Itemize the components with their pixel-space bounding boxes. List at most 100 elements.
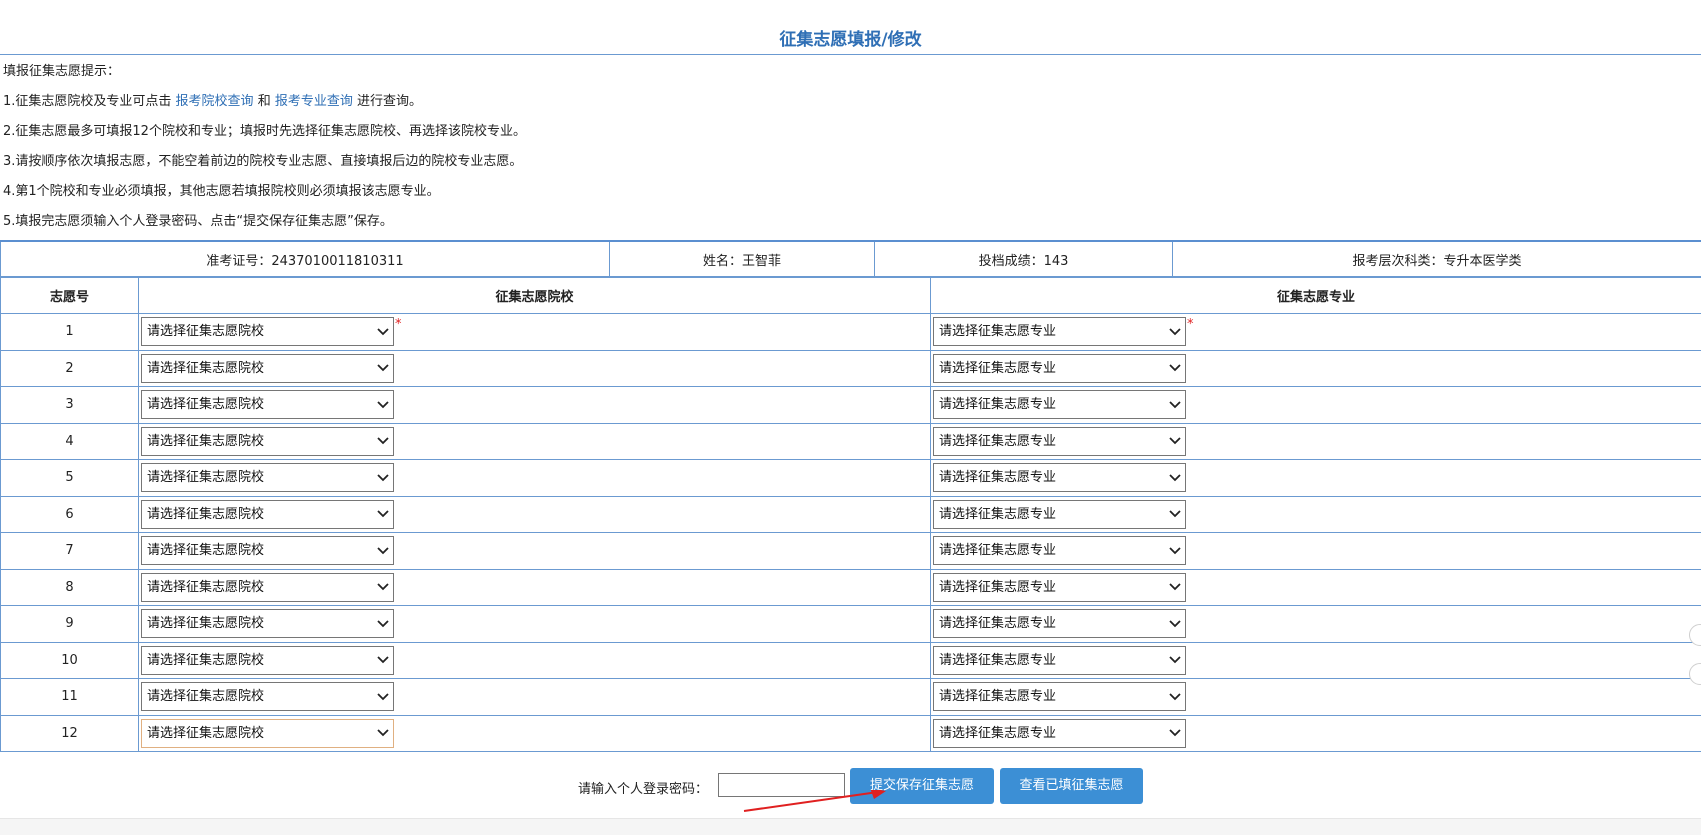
school-cell: 请选择征集志愿院校 (139, 606, 931, 643)
school-select-value: 请选择征集志愿院校 (147, 361, 264, 376)
header-volunteer-no: 志愿号 (1, 278, 139, 314)
school-select-value: 请选择征集志愿院校 (147, 616, 264, 631)
school-select[interactable]: 请选择征集志愿院校 (141, 317, 394, 346)
school-select[interactable]: 请选择征集志愿院校 (141, 390, 394, 419)
chevron-down-icon (377, 683, 389, 710)
tip-line-2: 2.征集志愿最多可填报12个院校和专业；填报时先选择征集志愿院校、再选择该院校专… (3, 122, 1693, 152)
table-row: 2 请选择征集志愿院校 请选择征集志愿专业 (1, 350, 1701, 387)
major-select-value: 请选择征集志愿专业 (939, 653, 1056, 668)
school-cell: 请选择征集志愿院校 (139, 642, 931, 679)
chevron-down-icon (377, 610, 389, 637)
major-select[interactable]: 请选择征集志愿专业 (933, 500, 1186, 529)
school-cell: 请选择征集志愿院校 (139, 460, 931, 497)
chevron-down-icon (1169, 574, 1181, 601)
tip-line-5: 5.填报完志愿须输入个人登录密码、点击“提交保存征集志愿”保存。 (3, 212, 1693, 242)
password-label: 请输入个人登录密码： (578, 778, 708, 797)
major-select[interactable]: 请选择征集志愿专业 (933, 682, 1186, 711)
tip-line-3: 3.请按顺序依次填报志愿，不能空着前边的院校专业志愿、直接填报后边的院校专业志愿… (3, 152, 1693, 182)
major-select[interactable]: 请选择征集志愿专业 (933, 354, 1186, 383)
table-row: 5请选择征集志愿院校请选择征集志愿专业 (1, 460, 1701, 497)
view-filled-button[interactable]: 查看已填征集志愿 (1000, 768, 1143, 804)
school-select[interactable]: 请选择征集志愿院校 (141, 500, 394, 529)
major-cell: 请选择征集志愿专业 (931, 715, 1701, 752)
exam-category: 报考层次科类：专升本医学类 (1173, 241, 1701, 277)
volunteer-number: 6 (1, 496, 139, 533)
school-cell: 请选择征集志愿院校 (139, 350, 931, 387)
table-row: 6 请选择征集志愿院校 请选择征集志愿专业 (1, 496, 1701, 533)
school-select-value: 请选择征集志愿院校 (147, 507, 264, 522)
major-select[interactable]: 请选择征集志愿专业 (933, 463, 1186, 492)
volunteer-number: 10 (1, 642, 139, 679)
title-divider (0, 54, 1701, 55)
school-select[interactable]: 请选择征集志愿院校 (141, 463, 394, 492)
major-select[interactable]: 请选择征集志愿专业 (933, 390, 1186, 419)
table-row: 3 请选择征集志愿院校 请选择征集志愿专业 (1, 387, 1701, 424)
required-mark: * (1187, 317, 1194, 332)
major-select-value: 请选择征集志愿专业 (939, 470, 1056, 485)
chevron-down-icon (377, 428, 389, 455)
school-cell: 请选择征集志愿院校* (139, 314, 931, 351)
chevron-down-icon (377, 720, 389, 747)
volunteer-number: 2 (1, 350, 139, 387)
school-cell: 请选择征集志愿院校 (139, 496, 931, 533)
major-select[interactable]: 请选择征集志愿专业 (933, 646, 1186, 675)
major-select[interactable]: 请选择征集志愿专业 (933, 536, 1186, 565)
chevron-down-icon (1169, 647, 1181, 674)
chevron-down-icon (377, 355, 389, 382)
school-select[interactable]: 请选择征集志愿院校 (141, 719, 394, 748)
major-select-value: 请选择征集志愿专业 (939, 580, 1056, 595)
major-select-value: 请选择征集志愿专业 (939, 689, 1056, 704)
table-row: 12请选择征集志愿院校请选择征集志愿专业 (1, 715, 1701, 752)
school-select[interactable]: 请选择征集志愿院校 (141, 354, 394, 383)
school-select-value: 请选择征集志愿院校 (147, 434, 264, 449)
school-query-link[interactable]: 报考院校查询 (176, 94, 254, 109)
student-info-table: 准考证号：2437010011810311 姓名：王智菲 投档成绩：143 报考… (0, 240, 1701, 277)
school-select-value: 请选择征集志愿院校 (147, 726, 264, 741)
school-select-value: 请选择征集志愿院校 (147, 689, 264, 704)
school-select-value: 请选择征集志愿院校 (147, 470, 264, 485)
school-cell: 请选择征集志愿院校 (139, 387, 931, 424)
major-cell: 请选择征集志愿专业 (931, 642, 1701, 679)
major-select[interactable]: 请选择征集志愿专业 (933, 317, 1186, 346)
admission-score: 投档成绩：143 (875, 241, 1173, 277)
table-row: 10 请选择征集志愿院校 请选择征集志愿专业 (1, 642, 1701, 679)
tip-line-4: 4.第1个院校和专业必须填报，其他志愿若填报院校则必须填报该志愿专业。 (3, 182, 1693, 212)
major-query-link[interactable]: 报考专业查询 (275, 94, 353, 109)
chevron-down-icon (1169, 428, 1181, 455)
chevron-down-icon (377, 647, 389, 674)
school-select-value: 请选择征集志愿院校 (147, 397, 264, 412)
school-select[interactable]: 请选择征集志愿院校 (141, 536, 394, 565)
major-select[interactable]: 请选择征集志愿专业 (933, 573, 1186, 602)
major-select[interactable]: 请选择征集志愿专业 (933, 609, 1186, 638)
school-select-value: 请选择征集志愿院校 (147, 653, 264, 668)
chevron-down-icon (377, 501, 389, 528)
volunteer-number: 3 (1, 387, 139, 424)
chevron-down-icon (1169, 610, 1181, 637)
major-cell: 请选择征集志愿专业 (931, 350, 1701, 387)
chevron-down-icon (377, 318, 389, 345)
major-select-value: 请选择征集志愿专业 (939, 543, 1056, 558)
school-cell: 请选择征集志愿院校 (139, 715, 931, 752)
major-select[interactable]: 请选择征集志愿专业 (933, 719, 1186, 748)
chevron-down-icon (377, 574, 389, 601)
school-select[interactable]: 请选择征集志愿院校 (141, 646, 394, 675)
major-cell: 请选择征集志愿专业 (931, 387, 1701, 424)
major-select-value: 请选择征集志愿专业 (939, 507, 1056, 522)
major-select[interactable]: 请选择征集志愿专业 (933, 427, 1186, 456)
tips-panel: 填报征集志愿提示： 1.征集志愿院校及专业可点击 报考院校查询 和 报考专业查询… (3, 62, 1693, 242)
volunteer-number: 8 (1, 569, 139, 606)
school-select[interactable]: 请选择征集志愿院校 (141, 427, 394, 456)
volunteer-number: 9 (1, 606, 139, 643)
page-title: 征集志愿填报/修改 (0, 26, 1701, 54)
school-select[interactable]: 请选择征集志愿院校 (141, 609, 394, 638)
major-select-value: 请选择征集志愿专业 (939, 397, 1056, 412)
school-select-value: 请选择征集志愿院校 (147, 543, 264, 558)
major-cell: 请选择征集志愿专业 (931, 569, 1701, 606)
chevron-down-icon (1169, 318, 1181, 345)
header-major: 征集志愿专业 (931, 278, 1701, 314)
volunteer-table: 志愿号 征集志愿院校 征集志愿专业 1请选择征集志愿院校*请选择征集志愿专业*2… (0, 277, 1701, 752)
table-row: 11请选择征集志愿院校请选择征集志愿专业 (1, 679, 1701, 716)
school-select[interactable]: 请选择征集志愿院校 (141, 573, 394, 602)
school-cell: 请选择征集志愿院校 (139, 569, 931, 606)
school-select[interactable]: 请选择征集志愿院校 (141, 682, 394, 711)
